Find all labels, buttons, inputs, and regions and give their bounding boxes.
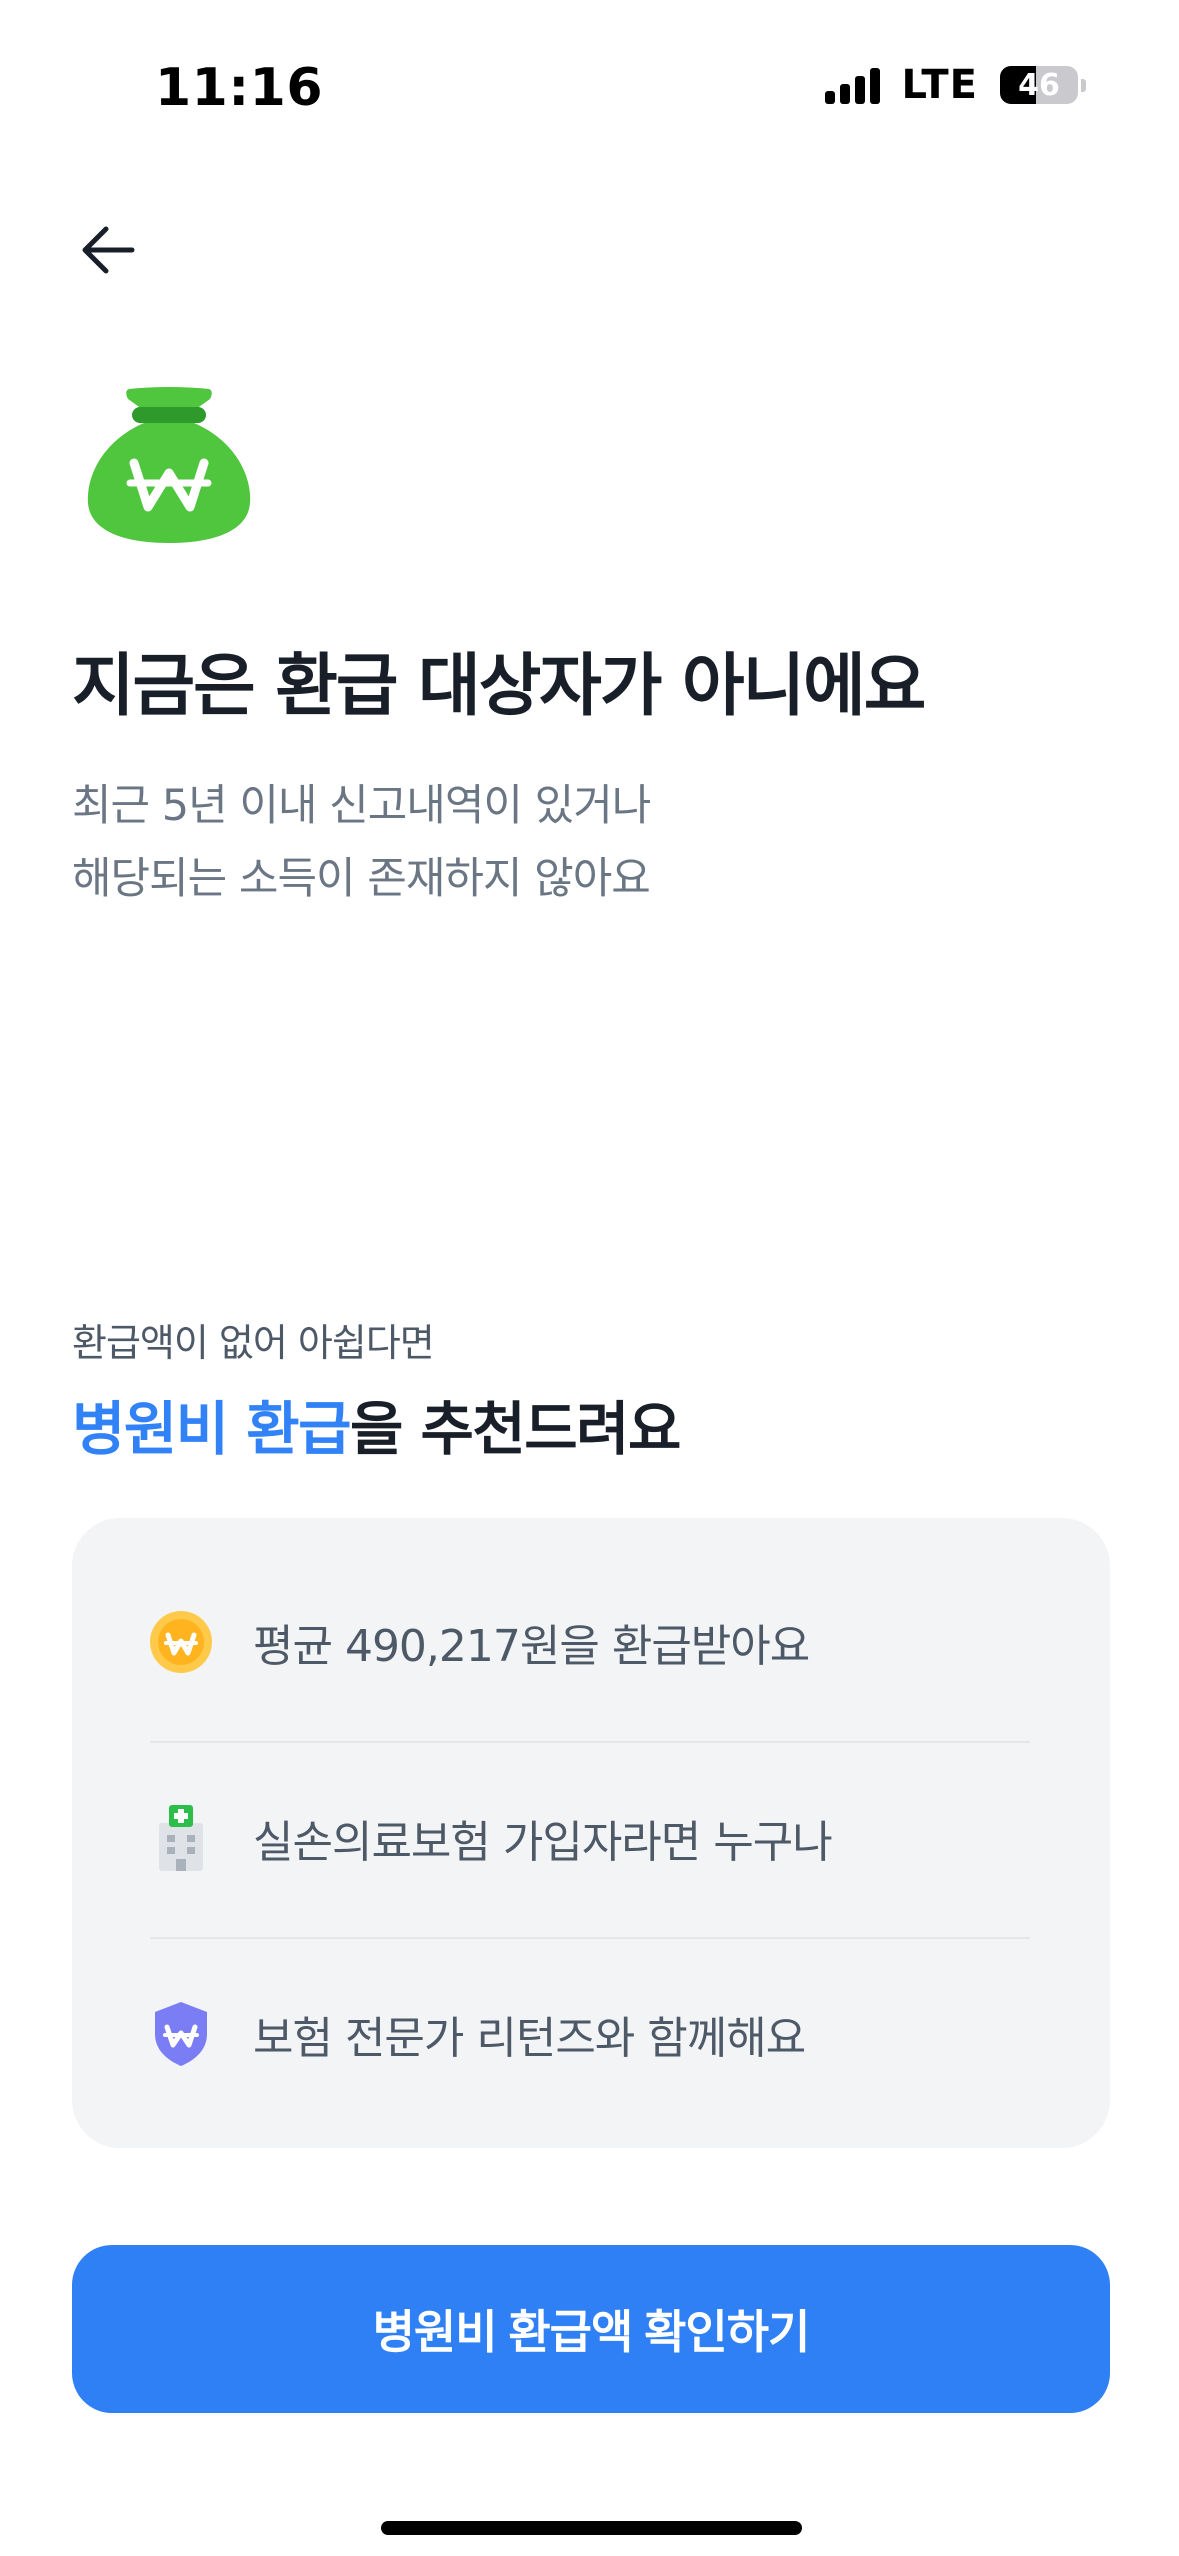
page: 11:16 LTE 46 지금은 환급 대상자가 아니에요 최근 5년 이내 신… [0, 0, 1179, 2556]
network-type: LTE [901, 62, 978, 108]
benefit-item: 평균 490,217원을 환급받아요 [147, 1582, 1027, 1702]
divider [150, 1741, 1030, 1743]
status-time: 11:16 [155, 58, 324, 118]
back-button[interactable] [68, 210, 148, 290]
battery-icon: 46 [1000, 66, 1086, 104]
cellular-signal-icon [824, 66, 880, 104]
arrow-left-icon [82, 226, 135, 274]
home-indicator[interactable] [381, 2521, 802, 2535]
benefit-text: 실손의료보험 가입자라면 누구나 [253, 1817, 833, 1868]
check-hospital-refund-button[interactable]: 병원비 환급액 확인하기 [72, 2245, 1110, 2413]
divider [150, 1937, 1030, 1939]
recommendation-title-rest: 을 추천드려요 [350, 1395, 681, 1463]
benefit-item: 실손의료보험 가입자라면 누구나 [147, 1778, 1027, 1898]
benefit-text: 보험 전문가 리턴즈와 함께해요 [253, 2013, 806, 2064]
recommendation-title-highlight: 병원비 환급 [72, 1395, 352, 1463]
page-subtitle: 최근 5년 이내 신고내역이 있거나 해당되는 소득이 존재하지 않아요 [72, 770, 651, 916]
recommendation-title: 병원비 환급을 추천드려요 [72, 1382, 681, 1466]
page-title: 지금은 환급 대상자가 아니에요 [72, 647, 926, 726]
won-coin-icon [150, 1611, 212, 1673]
money-bag-icon [87, 387, 251, 543]
benefits-card: 평균 490,217원을 환급받아요 실손의료보험 가입자라면 누구나 보험 전… [72, 1518, 1110, 2148]
benefit-item: 보험 전문가 리턴즈와 함께해요 [147, 1974, 1027, 2094]
recommendation-caption: 환급액이 없어 아쉽다면 [72, 1321, 435, 1365]
battery-percent: 46 [1018, 67, 1060, 103]
shield-won-icon [155, 2002, 207, 2066]
benefit-text: 평균 490,217원을 환급받아요 [253, 1621, 810, 1672]
hospital-icon [159, 1805, 203, 1871]
status-indicators: LTE 46 [824, 62, 1086, 108]
subtitle-line: 최근 5년 이내 신고내역이 있거나 [72, 781, 651, 831]
subtitle-line: 해당되는 소득이 존재하지 않아요 [72, 854, 651, 904]
